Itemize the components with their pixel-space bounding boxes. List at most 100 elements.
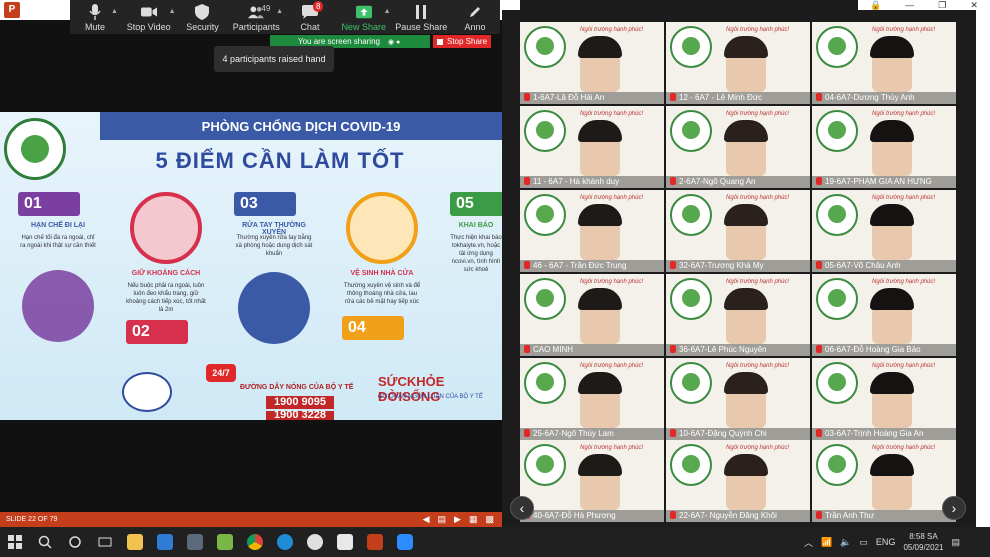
participant-tile[interactable]: Ngôi trường hạnh phúc! CAO MINH (520, 274, 664, 356)
raised-hand-notification: 4 participants raised hand (214, 46, 334, 72)
zoom-toolbar: Mute ▲ Stop Video ▲ Security 49 Particip… (70, 0, 500, 34)
search-icon[interactable] (30, 527, 60, 557)
participant-tile[interactable]: Ngôi trường hạnh phúc! 05-6A7-Võ Châu Anh (812, 190, 956, 272)
gallery-edge (976, 10, 990, 527)
chevron-up-icon[interactable]: ︿ (804, 536, 813, 549)
tile-motto: Ngôi trường hạnh phúc! (872, 363, 936, 369)
next-slide-icon[interactable]: ▶ (454, 514, 461, 525)
participant-tile[interactable]: Ngôi trường hạnh phúc! 36-6A7-Lê Phúc Ngu… (666, 274, 810, 356)
participant-tile[interactable]: Ngôi trường hạnh phúc! 10-6A7-Đặng Quỳnh … (666, 358, 810, 440)
tile-motto: Ngôi trường hạnh phúc! (580, 27, 644, 33)
participant-tile[interactable]: Ngôi trường hạnh phúc! 32-6A7-Trương Khả … (666, 190, 810, 272)
pen-icon (467, 4, 483, 20)
file-explorer-icon[interactable] (120, 527, 150, 557)
participant-tile[interactable]: Ngôi trường hạnh phúc! 19-6A7-PHẠM GIA AN… (812, 106, 956, 188)
participant-tile[interactable]: Ngôi trường hạnh phúc! 46 - 6A7 - Trần Đứ… (520, 190, 664, 272)
tile-motto: Ngôi trường hạnh phúc! (872, 279, 936, 285)
chat-button[interactable]: 8 Chat (285, 1, 335, 32)
cortana-icon[interactable] (60, 527, 90, 557)
school-logo-icon (816, 444, 858, 486)
participants-button[interactable]: 49 Participants ▲ (227, 4, 285, 32)
stop-video-button[interactable]: Stop Video ▲ (120, 4, 178, 32)
slide-title: 5 ĐIỂM CẦN LÀM TỐT (155, 148, 405, 173)
photos-icon[interactable] (210, 527, 240, 557)
gmail-icon[interactable] (330, 527, 360, 557)
participant-tile[interactable]: Ngôi trường hạnh phúc! 25-6A7-Ngô Thùy La… (520, 358, 664, 440)
muted-mic-icon (816, 261, 822, 269)
start-button[interactable] (0, 527, 30, 557)
participant-hair (870, 204, 914, 226)
powerpoint-taskbar-icon[interactable] (360, 527, 390, 557)
notifications-icon[interactable]: ▤ (951, 537, 960, 548)
battery-icon[interactable]: ▭ (859, 537, 868, 548)
participant-tile[interactable]: Ngôi trường hạnh phúc! Trần Anh Thư (812, 440, 956, 522)
participant-hair (724, 372, 768, 394)
mute-button[interactable]: Mute ▲ (70, 4, 120, 32)
grid-view-icon[interactable]: ▩ (485, 514, 494, 525)
participant-name: CAO MINH (520, 344, 664, 356)
clock-time: 8:58 SA (909, 532, 938, 541)
tile-motto: Ngôi trường hạnh phúc! (726, 279, 790, 285)
participant-tile[interactable]: Ngôi trường hạnh phúc! 03-6A7-Trịnh Hoàng… (812, 358, 956, 440)
security-button[interactable]: Security (178, 4, 228, 32)
participant-name-text: 10-6A7-Đặng Quỳnh Chi (679, 429, 767, 438)
tip-body: Thường xuyên rửa tay bằng xà phòng hoặc … (235, 235, 313, 257)
participant-tile[interactable]: Ngôi trường hạnh phúc! 1-6A7-Lã Đỗ Hải An (520, 22, 664, 104)
chrome-profile-icon[interactable] (300, 527, 330, 557)
participant-hair (578, 372, 622, 394)
participant-tile[interactable]: Ngôi trường hạnh phúc! 11 - 6A7 - Hà khán… (520, 106, 664, 188)
participant-name-text: 36-6A7-Lê Phúc Nguyên (679, 345, 767, 354)
participant-tile[interactable]: Ngôi trường hạnh phúc! 22-6A7- Nguyễn Đăn… (666, 440, 810, 522)
muted-mic-icon (816, 177, 822, 185)
share-caret-icon[interactable]: ▲ (384, 8, 391, 15)
volume-icon[interactable]: 🔈 (840, 537, 851, 548)
video-caret-icon[interactable]: ▲ (169, 8, 176, 15)
prev-slide-icon[interactable]: ◀ (423, 514, 430, 525)
zoom-gallery-view: Ngôi trường hạnh phúc! 1-6A7-Lã Đỗ Hải An… (502, 10, 976, 527)
participants-caret-icon[interactable]: ▲ (276, 8, 283, 15)
notes-icon[interactable]: ▦ (469, 514, 478, 525)
tip-card-4: VỆ SINH NHÀ CỬA Thường xuyên vệ sinh và … (342, 192, 422, 342)
participant-tile[interactable]: Ngôi trường hạnh phúc! 2-6A7-Ngô Quang An (666, 106, 810, 188)
new-share-label: New Share (341, 22, 386, 32)
mute-caret-icon[interactable]: ▲ (111, 8, 118, 15)
annotate-button[interactable]: Anno (450, 4, 500, 32)
participant-name: 32-6A7-Trương Khả My (666, 260, 810, 272)
mail-icon[interactable] (150, 527, 180, 557)
slide-header: PHÒNG CHỐNG DỊCH COVID-19 (100, 112, 502, 140)
stop-share-label: Stop Share (447, 37, 488, 46)
gallery-prev-page-button[interactable]: ‹ (510, 496, 534, 520)
participant-name: 40-6A7-Đỗ Hà Phương (520, 510, 664, 522)
participant-tile[interactable]: Ngôi trường hạnh phúc! 12 - 6A7 - Lê Minh… (666, 22, 810, 104)
participant-name-text: 06-6A7-Đỗ Hoàng Gia Bảo (825, 345, 921, 354)
new-share-button[interactable]: New Share ▲ (335, 4, 393, 32)
gallery-next-page-button[interactable]: › (942, 496, 966, 520)
participant-hair (578, 288, 622, 310)
clock[interactable]: 8:58 SA 05/09/2021 (903, 531, 943, 553)
slide-menu-icon[interactable]: ▤ (438, 514, 447, 525)
network-icon[interactable]: 📶 (821, 537, 832, 548)
edge-icon[interactable] (270, 527, 300, 557)
participant-hair (578, 204, 622, 226)
participant-name: 46 - 6A7 - Trần Đức Trung (520, 260, 664, 272)
store-icon[interactable] (180, 527, 210, 557)
school-logo-icon (816, 194, 858, 236)
tip-number: 01 (18, 192, 80, 216)
tile-motto: Ngôi trường hạnh phúc! (580, 445, 644, 451)
pause-share-button[interactable]: Pause Share (393, 4, 451, 32)
participant-name-text: 11 - 6A7 - Hà khánh duy (533, 177, 620, 186)
slide-counter: SLIDE 22 OF 79 (6, 516, 58, 523)
participant-tile[interactable]: Ngôi trường hạnh phúc! 04-6A7-Dương Thùy … (812, 22, 956, 104)
language-indicator[interactable]: ENG (876, 537, 896, 547)
school-logo-icon (670, 110, 712, 152)
zoom-taskbar-icon[interactable] (390, 527, 420, 557)
tile-motto: Ngôi trường hạnh phúc! (580, 195, 644, 201)
stop-share-button[interactable]: Stop Share (433, 35, 491, 48)
participant-tile[interactable]: Ngôi trường hạnh phúc! 40-6A7-Đỗ Hà Phươn… (520, 440, 664, 522)
school-logo-icon (524, 362, 566, 404)
participant-name: 05-6A7-Võ Châu Anh (812, 260, 956, 272)
participant-tile[interactable]: Ngôi trường hạnh phúc! 06-6A7-Đỗ Hoàng Gi… (812, 274, 956, 356)
chrome-icon[interactable] (240, 527, 270, 557)
participant-name: 03-6A7-Trịnh Hoàng Gia An (812, 428, 956, 440)
task-view-icon[interactable] (90, 527, 120, 557)
